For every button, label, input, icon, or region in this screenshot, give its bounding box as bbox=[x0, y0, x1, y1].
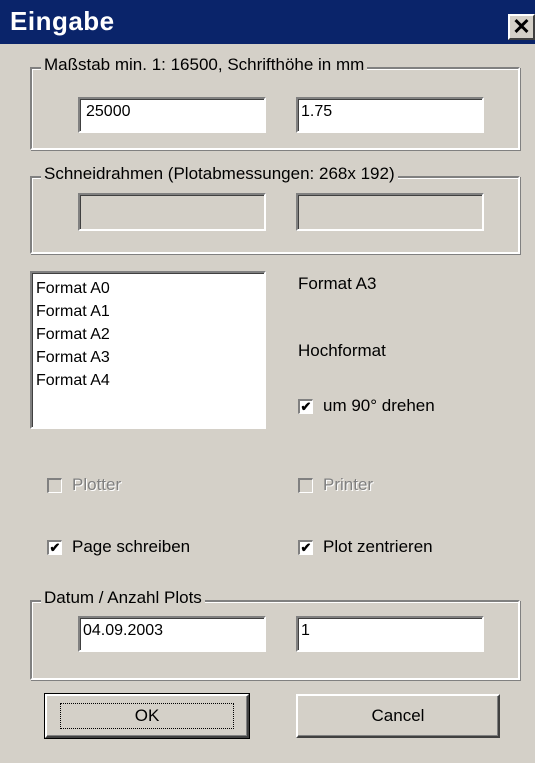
checkbox-empty-icon[interactable] bbox=[298, 477, 313, 493]
plot-count-input[interactable]: 1 bbox=[296, 616, 484, 652]
cancel-label: Cancel bbox=[371, 706, 425, 725]
list-item[interactable]: Format A3 bbox=[36, 346, 260, 369]
printer-checkbox[interactable]: Printer bbox=[298, 475, 373, 495]
window-title: Eingabe bbox=[10, 6, 115, 36]
plotter-label: Plotter bbox=[72, 475, 122, 494]
list-item[interactable]: Format A0 bbox=[36, 277, 260, 300]
check-icon[interactable]: ✔ bbox=[298, 398, 313, 414]
cutframe-input-2[interactable] bbox=[296, 193, 484, 231]
selected-format-label: Format A3 bbox=[298, 274, 377, 293]
check-icon[interactable]: ✔ bbox=[47, 539, 62, 555]
cutframe-input-1[interactable] bbox=[78, 193, 266, 231]
close-icon: ✕ bbox=[512, 14, 531, 39]
printer-label: Printer bbox=[323, 475, 374, 494]
date-group-legend: Datum / Anzahl Plots bbox=[41, 588, 205, 608]
page-schreiben-checkbox[interactable]: ✔ Page schreiben bbox=[47, 537, 190, 557]
list-item[interactable]: Format A4 bbox=[36, 369, 260, 392]
ok-label: OK bbox=[59, 703, 235, 729]
cancel-button[interactable]: Cancel bbox=[296, 694, 500, 738]
date-input[interactable]: 04.09.2003 bbox=[78, 616, 266, 652]
checkbox-empty-icon[interactable] bbox=[47, 477, 62, 493]
plot-zentrieren-label: Plot zentrieren bbox=[323, 537, 433, 556]
rotate-label: um 90° drehen bbox=[323, 396, 435, 415]
plot-zentrieren-checkbox[interactable]: ✔ Plot zentrieren bbox=[298, 537, 433, 557]
list-item[interactable]: Format A2 bbox=[36, 323, 260, 346]
ok-button[interactable]: OK bbox=[44, 693, 250, 739]
rotate-checkbox[interactable]: ✔ um 90° drehen bbox=[298, 396, 435, 416]
orientation-label: Hochformat bbox=[298, 341, 386, 360]
cutframe-group-legend: Schneidrahmen (Plotabmessungen: 268x 192… bbox=[41, 164, 398, 184]
check-icon[interactable]: ✔ bbox=[298, 539, 313, 555]
format-listbox[interactable]: Format A0 Format A1 Format A2 Format A3 … bbox=[30, 271, 266, 429]
plotter-checkbox[interactable]: Plotter bbox=[47, 475, 121, 495]
close-button[interactable]: ✕ bbox=[508, 14, 535, 40]
scale-group-legend: Maßstab min. 1: 16500, Schrifthöhe in mm bbox=[41, 55, 368, 75]
page-schreiben-label: Page schreiben bbox=[72, 537, 191, 556]
list-item[interactable]: Format A1 bbox=[36, 300, 260, 323]
scale-input[interactable]: 25000 bbox=[78, 97, 266, 133]
font-height-input[interactable]: 1.75 bbox=[296, 97, 484, 133]
